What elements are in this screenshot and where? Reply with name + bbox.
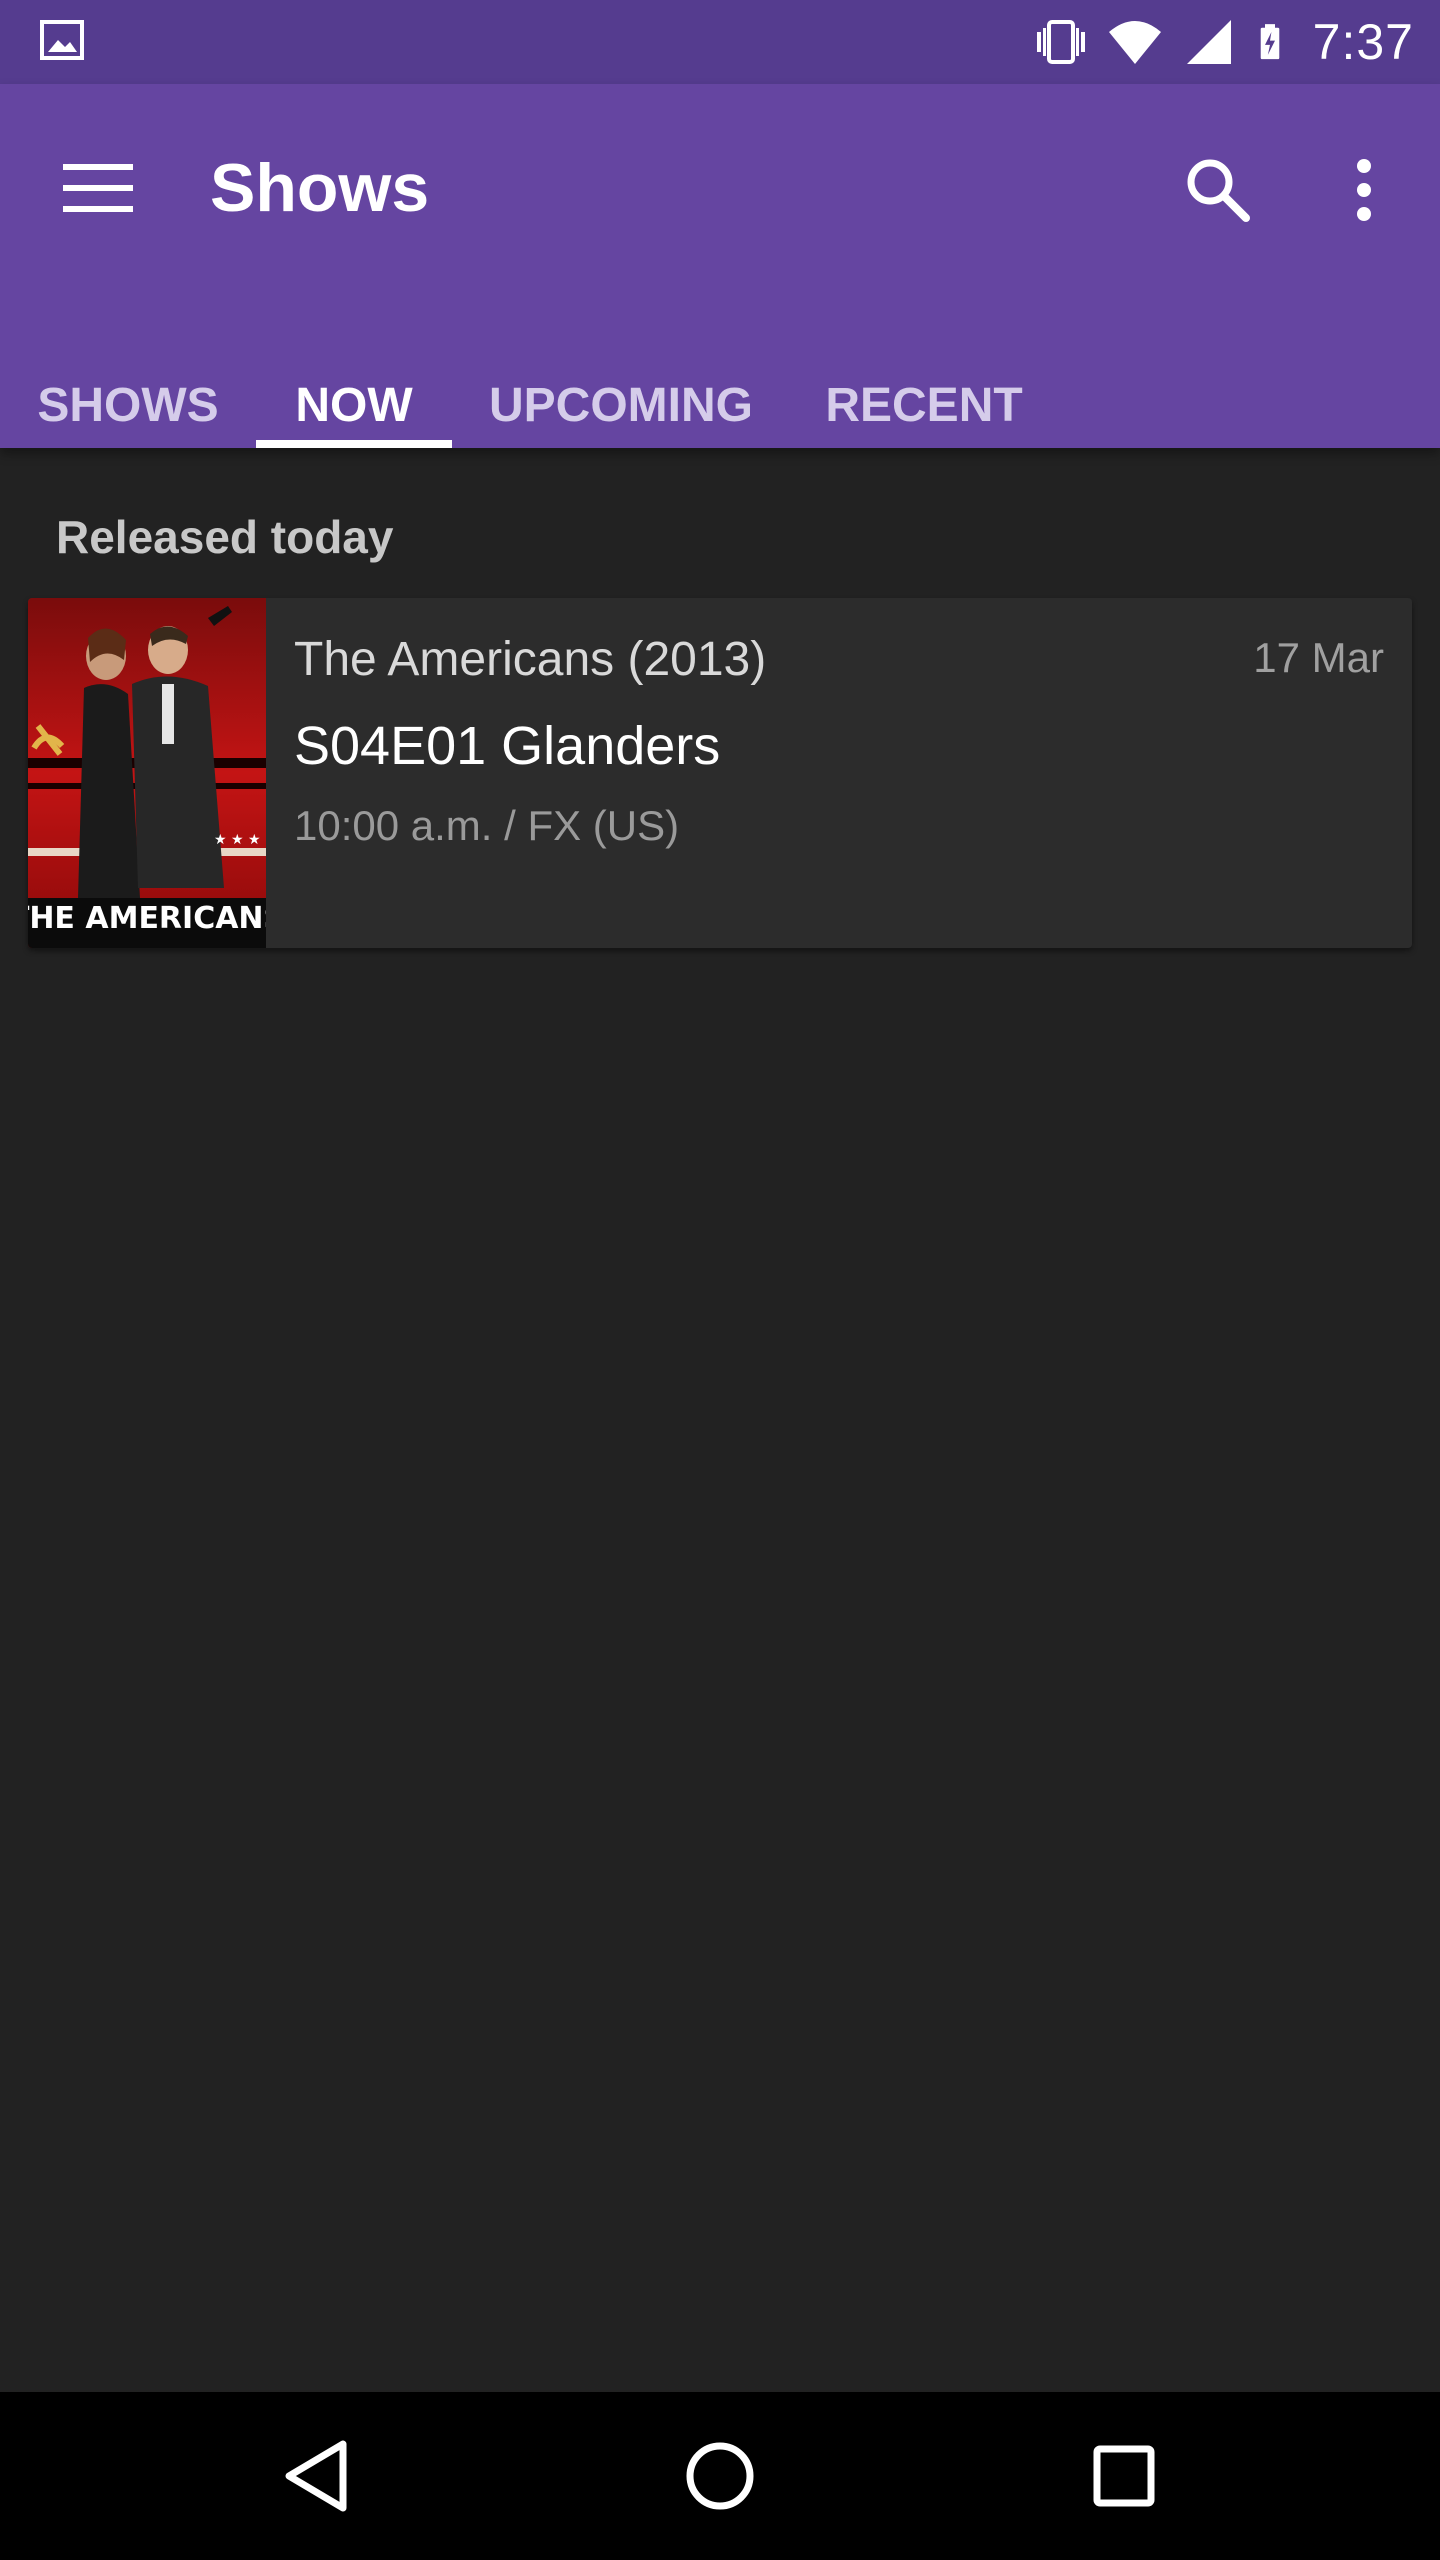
tab-indicator <box>256 440 452 448</box>
tab-shows[interactable]: SHOWS <box>0 364 256 448</box>
recents-icon <box>1093 2445 1155 2507</box>
recents-button[interactable] <box>1064 2416 1184 2536</box>
search-button[interactable] <box>1170 142 1266 238</box>
more-options-button[interactable] <box>1316 142 1412 238</box>
more-vert-icon <box>1357 159 1371 221</box>
poster-title: THE AMERICANS <box>28 901 266 936</box>
back-button[interactable] <box>256 2416 376 2536</box>
tab-now[interactable]: NOW <box>256 364 452 448</box>
show-poster: ★ ★ ★ THE AMERICANS <box>28 598 266 948</box>
menu-button[interactable] <box>54 144 142 232</box>
cell-signal-icon <box>1186 20 1231 64</box>
episode-title: S04E01 Glanders <box>294 716 721 776</box>
search-icon <box>1187 159 1250 222</box>
status-bar: 7:37 <box>0 0 1440 84</box>
show-title: The Americans (2013) <box>294 633 767 686</box>
image-notification-icon <box>40 20 84 60</box>
battery-charging-icon <box>1260 24 1279 60</box>
menu-icon <box>63 164 133 212</box>
release-date: 17 Mar <box>1253 634 1384 681</box>
vibrate-icon <box>1036 20 1085 64</box>
home-button[interactable] <box>660 2416 780 2536</box>
tab-recent[interactable]: RECENT <box>808 364 1040 448</box>
system-nav-bar <box>0 2392 1440 2560</box>
airtime-network: 10:00 a.m. / FX (US) <box>294 802 680 849</box>
app-bar: Shows SHOWS NOW UPCOMING RECENT <box>0 84 1440 448</box>
section-header: Released today <box>56 511 394 563</box>
tab-bar: SHOWS NOW UPCOMING RECENT <box>0 364 1440 448</box>
tab-upcoming[interactable]: UPCOMING <box>476 364 766 448</box>
status-time: 7:37 <box>1312 14 1414 70</box>
page-title: Shows <box>210 150 430 226</box>
wifi-icon <box>1108 21 1161 64</box>
svg-text:★ ★ ★: ★ ★ ★ <box>214 832 261 848</box>
home-icon <box>686 2442 754 2510</box>
episode-card[interactable]: ★ ★ ★ THE AMERICANS The Americans (2013)… <box>28 598 1412 948</box>
back-icon <box>285 2440 347 2512</box>
